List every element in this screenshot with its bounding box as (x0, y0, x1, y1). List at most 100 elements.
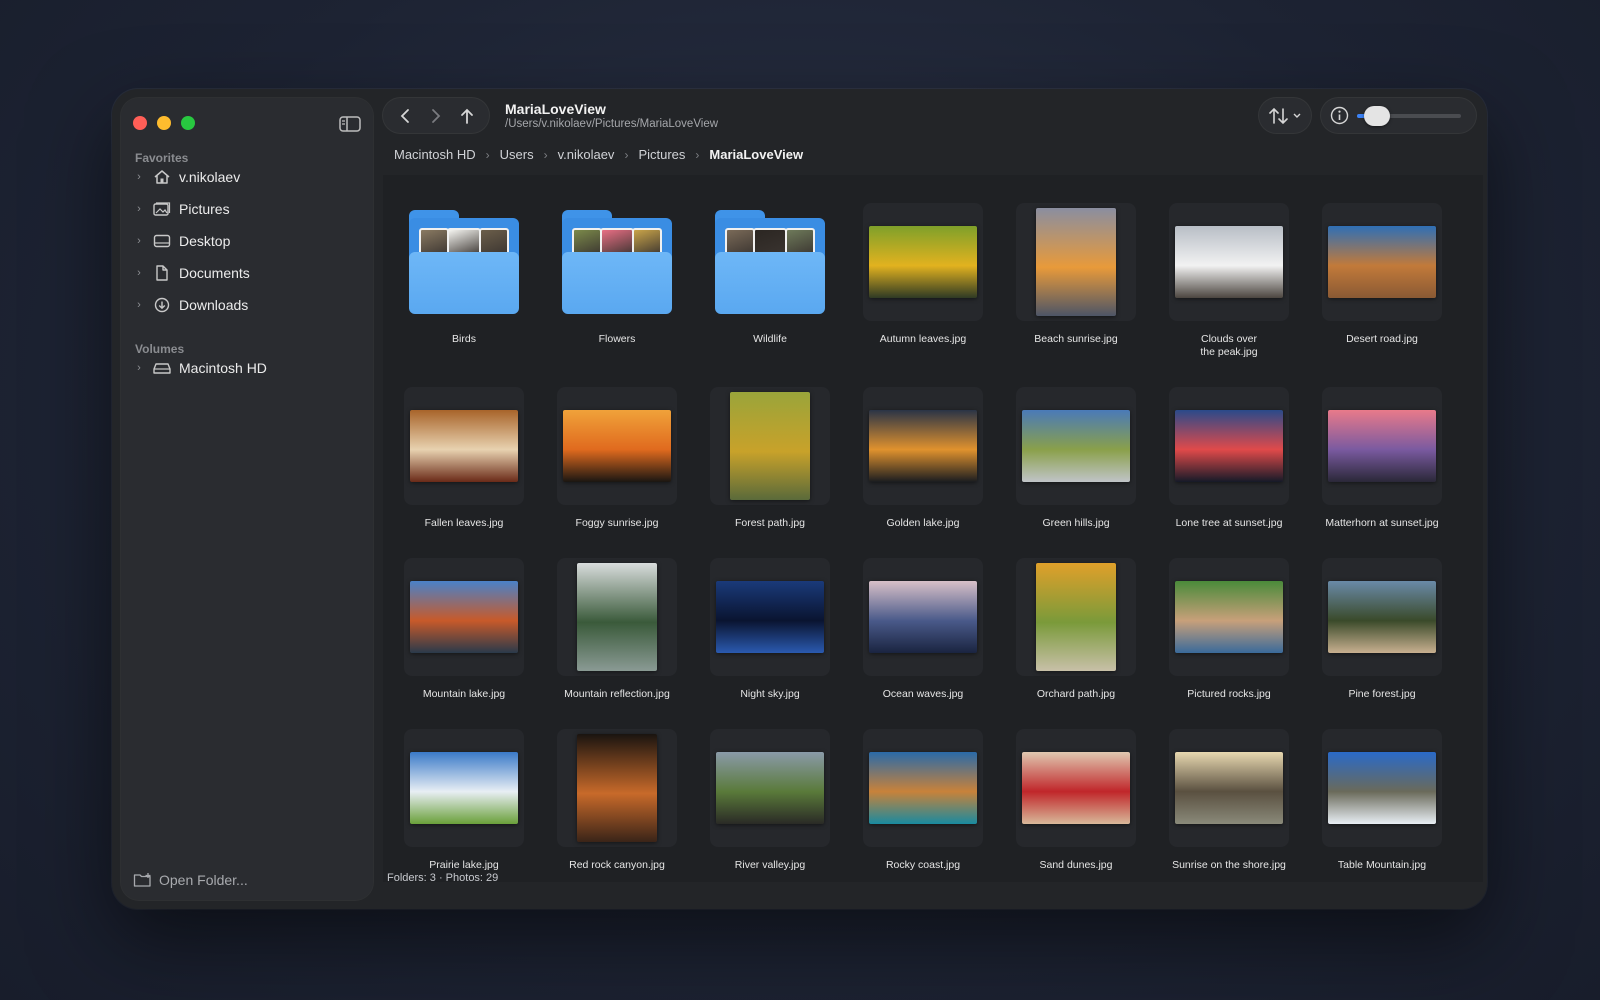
sidebar-item-downloads[interactable]: › Downloads (131, 291, 363, 319)
thumbnail[interactable] (557, 729, 677, 847)
folder-plus-icon (133, 872, 153, 888)
photo-thumbnail (410, 581, 518, 653)
photo-item[interactable]: Desert road.jpg (1307, 203, 1457, 346)
slider-thumb[interactable] (1364, 106, 1391, 126)
photo-thumbnail (1175, 410, 1283, 482)
breadcrumb-item[interactable]: Pictures (638, 147, 685, 162)
photo-item[interactable]: Rocky coast.jpg (848, 729, 998, 872)
minimize-window-button[interactable] (157, 116, 171, 130)
thumbnail[interactable] (1169, 203, 1289, 321)
item-label: Mountain lake.jpg (422, 688, 506, 700)
photo-thumbnail (1036, 563, 1116, 671)
sidebar-item-label: Macintosh HD (179, 360, 267, 376)
photo-item[interactable]: Foggy sunrise.jpg (542, 387, 692, 530)
finder-window: Favorites › v.nikolaev › Pictures › Desk… (112, 89, 1487, 909)
photo-item[interactable]: Pictured rocks.jpg (1154, 558, 1304, 701)
thumbnail[interactable] (710, 729, 830, 847)
photo-item[interactable]: Table Mountain.jpg (1307, 729, 1457, 872)
folder-item[interactable]: Birds (389, 203, 539, 346)
breadcrumb-item[interactable]: Macintosh HD (394, 147, 476, 162)
sidebar-item-documents[interactable]: › Documents (131, 259, 363, 287)
thumbnail[interactable] (557, 203, 677, 321)
sidebar-item-macintosh-hd[interactable]: › Macintosh HD (131, 354, 363, 382)
thumbnail[interactable] (1016, 558, 1136, 676)
photo-item[interactable]: Golden lake.jpg (848, 387, 998, 530)
item-label: Sunrise on the shore.jpg (1172, 859, 1286, 871)
back-button[interactable] (392, 103, 418, 129)
thumbnail[interactable] (1169, 558, 1289, 676)
photo-item[interactable]: Sunrise on the shore.jpg (1154, 729, 1304, 872)
item-label: Ocean waves.jpg (882, 688, 964, 700)
photo-item[interactable]: Prairie lake.jpg (389, 729, 539, 872)
photo-item[interactable]: Clouds over the peak.jpg (1154, 203, 1304, 359)
forward-button[interactable] (423, 103, 449, 129)
thumbnail[interactable] (710, 203, 830, 321)
item-label: Night sky.jpg (740, 688, 800, 700)
photo-item[interactable]: Orchard path.jpg (1001, 558, 1151, 701)
thumbnail[interactable] (863, 203, 983, 321)
thumbnail[interactable] (404, 203, 524, 321)
zoom-window-button[interactable] (181, 116, 195, 130)
thumbnail[interactable] (710, 558, 830, 676)
chevron-right-icon[interactable]: › (131, 171, 147, 183)
window-controls (133, 116, 195, 130)
photo-thumbnail (716, 581, 824, 653)
chevron-right-icon[interactable]: › (131, 235, 147, 247)
thumbnail[interactable] (1322, 558, 1442, 676)
photo-item[interactable]: Lone tree at sunset.jpg (1154, 387, 1304, 530)
sort-button[interactable] (1259, 98, 1311, 133)
photo-item[interactable]: Beach sunrise.jpg (1001, 203, 1151, 346)
sidebar-item-pictures[interactable]: › Pictures (131, 195, 363, 223)
chevron-right-icon[interactable]: › (131, 299, 147, 311)
thumbnail[interactable] (1016, 387, 1136, 505)
photo-item[interactable]: Night sky.jpg (695, 558, 845, 701)
thumbnail[interactable] (1322, 729, 1442, 847)
thumbnail[interactable] (404, 387, 524, 505)
photo-item[interactable]: River valley.jpg (695, 729, 845, 872)
thumbnail[interactable] (1016, 203, 1136, 321)
breadcrumb-item[interactable]: v.nikolaev (558, 147, 615, 162)
open-folder-button[interactable]: Open Folder... (133, 872, 248, 888)
chevron-right-icon[interactable]: › (131, 203, 147, 215)
photo-item[interactable]: Green hills.jpg (1001, 387, 1151, 530)
photo-item[interactable]: Matterhorn at sunset.jpg (1307, 387, 1457, 530)
photo-item[interactable]: Autumn leaves.jpg (848, 203, 998, 346)
folder-item[interactable]: Flowers (542, 203, 692, 346)
info-icon[interactable] (1330, 106, 1349, 125)
thumbnail[interactable] (863, 558, 983, 676)
thumbnail[interactable] (710, 387, 830, 505)
chevron-right-icon[interactable]: › (131, 362, 147, 374)
photo-item[interactable]: Mountain reflection.jpg (542, 558, 692, 701)
thumbnail[interactable] (557, 558, 677, 676)
thumbnail[interactable] (1016, 729, 1136, 847)
sidebar-item-desktop[interactable]: › Desktop (131, 227, 363, 255)
breadcrumb-item[interactable]: Users (500, 147, 534, 162)
thumbnail[interactable] (1322, 203, 1442, 321)
close-window-button[interactable] (133, 116, 147, 130)
folder-item[interactable]: Wildlife (695, 203, 845, 346)
thumbnail[interactable] (1169, 729, 1289, 847)
photo-item[interactable]: Mountain lake.jpg (389, 558, 539, 701)
photo-thumbnail (563, 410, 671, 482)
enclosing-folder-button[interactable] (454, 103, 480, 129)
photo-item[interactable]: Pine forest.jpg (1307, 558, 1457, 701)
photo-item[interactable]: Forest path.jpg (695, 387, 845, 530)
chevron-left-icon (400, 108, 409, 123)
breadcrumb-item[interactable]: MariaLoveView (709, 147, 803, 162)
thumbnail[interactable] (1169, 387, 1289, 505)
thumbnail[interactable] (404, 558, 524, 676)
sidebar-toggle-icon[interactable] (339, 116, 361, 132)
item-label: Clouds over the peak.jpg (1200, 333, 1258, 358)
photo-item[interactable]: Red rock canyon.jpg (542, 729, 692, 872)
thumbnail[interactable] (404, 729, 524, 847)
thumbnail[interactable] (863, 729, 983, 847)
sidebar-item-home[interactable]: › v.nikolaev (131, 163, 363, 191)
photo-item[interactable]: Fallen leaves.jpg (389, 387, 539, 530)
thumbnail[interactable] (1322, 387, 1442, 505)
photo-item[interactable]: Sand dunes.jpg (1001, 729, 1151, 872)
photo-item[interactable]: Ocean waves.jpg (848, 558, 998, 701)
sidebar-item-label: Documents (179, 265, 250, 281)
thumbnail[interactable] (863, 387, 983, 505)
thumbnail[interactable] (557, 387, 677, 505)
chevron-right-icon[interactable]: › (131, 267, 147, 279)
